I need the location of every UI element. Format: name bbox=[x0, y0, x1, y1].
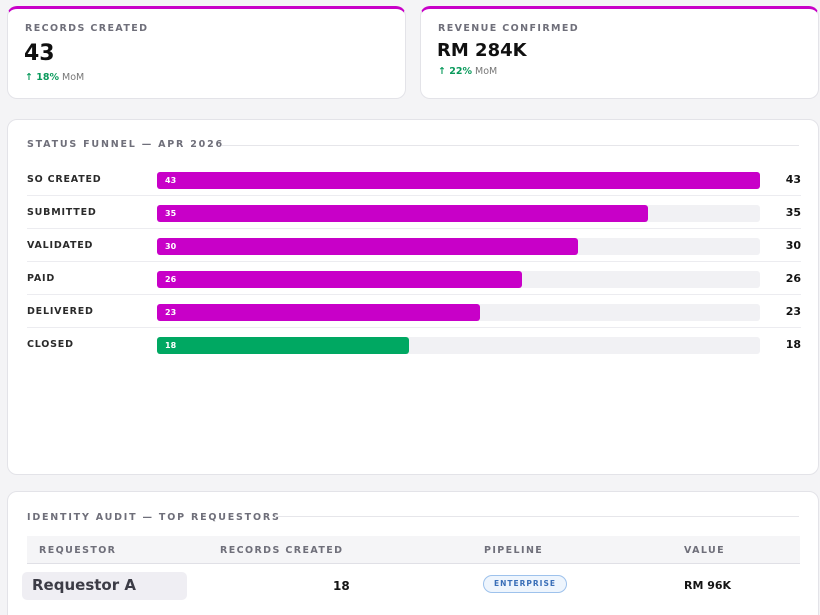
funnel-row: SO CREATED 43 43 bbox=[27, 163, 801, 196]
kpi-delta-period: MoM bbox=[475, 66, 498, 77]
funnel-track: 26 bbox=[157, 271, 760, 288]
kpi-card-revenue-confirmed: REVENUE CONFIRMED RM 284K ↑ 22% MoM bbox=[420, 6, 819, 99]
trend-up-delta: ↑ 22% bbox=[438, 66, 473, 77]
kpi-delta: ↑ 18% MoM bbox=[25, 72, 84, 83]
requestor-name: Requestor A bbox=[32, 576, 136, 594]
funnel-stage-count: 23 bbox=[785, 305, 801, 318]
funnel-bar-label: 18 bbox=[165, 341, 177, 350]
funnel-stage-count: 35 bbox=[785, 206, 801, 219]
funnel-bar: 43 bbox=[157, 172, 760, 189]
funnel-track: 35 bbox=[157, 205, 760, 222]
funnel-bar-label: 35 bbox=[165, 209, 177, 218]
funnel-bar-label: 43 bbox=[165, 176, 177, 185]
funnel-row: CLOSED 18 18 bbox=[27, 328, 801, 361]
funnel-bar: 23 bbox=[157, 304, 480, 321]
table-header: REQUESTOR RECORDS CREATED PIPELINE VALUE bbox=[27, 536, 800, 564]
identity-audit-card: IDENTITY AUDIT — TOP REQUESTORS REQUESTO… bbox=[7, 491, 819, 615]
table-row[interactable]: Requestor A 18 ENTERPRISE RM 96K bbox=[22, 572, 800, 602]
funnel-stage-label: SO CREATED bbox=[27, 174, 102, 185]
funnel-stage-count: 18 bbox=[785, 338, 801, 351]
funnel-stage-count: 26 bbox=[785, 272, 801, 285]
kpi-value: 43 bbox=[24, 41, 55, 66]
status-funnel-card: STATUS FUNNEL — APR 2026 SO CREATED 43 43 S… bbox=[7, 119, 819, 475]
value-cell: RM 96K bbox=[684, 579, 732, 592]
requestor-chip[interactable]: Requestor A bbox=[22, 572, 187, 600]
column-header-value[interactable]: VALUE bbox=[684, 545, 725, 556]
funnel-stage-label: PAID bbox=[27, 273, 56, 284]
funnel-track: 23 bbox=[157, 304, 760, 321]
kpi-card-records-created: RECORDS CREATED 43 ↑ 18% MoM bbox=[7, 6, 406, 99]
kpi-label: RECORDS CREATED bbox=[25, 23, 149, 34]
column-header-records-created[interactable]: RECORDS CREATED bbox=[220, 545, 343, 556]
funnel-bar: 18 bbox=[157, 337, 409, 354]
funnel-track: 30 bbox=[157, 238, 760, 255]
funnel-bar-label: 30 bbox=[165, 242, 177, 251]
funnel-bar: 30 bbox=[157, 238, 578, 255]
funnel-bar: 35 bbox=[157, 205, 648, 222]
funnel-stage-label: SUBMITTED bbox=[27, 207, 97, 218]
funnel-bar-label: 23 bbox=[165, 308, 177, 317]
section-title: STATUS FUNNEL — APR 2026 bbox=[27, 139, 224, 150]
section-title: IDENTITY AUDIT — TOP REQUESTORS bbox=[27, 512, 281, 523]
kpi-delta-period: MoM bbox=[62, 72, 85, 83]
funnel-stage-label: CLOSED bbox=[27, 339, 74, 350]
funnel-stage-label: DELIVERED bbox=[27, 306, 94, 317]
funnel-bar: 26 bbox=[157, 271, 522, 288]
records-created-cell: 18 bbox=[333, 579, 350, 593]
funnel-track: 43 bbox=[157, 172, 760, 189]
funnel-stage-label: VALIDATED bbox=[27, 240, 94, 251]
divider bbox=[275, 516, 799, 517]
funnel-row: PAID 26 26 bbox=[27, 262, 801, 295]
kpi-value: RM 284K bbox=[437, 40, 527, 61]
funnel-track: 18 bbox=[157, 337, 760, 354]
funnel-row: DELIVERED 23 23 bbox=[27, 295, 801, 328]
divider bbox=[222, 145, 799, 146]
column-header-pipeline[interactable]: PIPELINE bbox=[484, 545, 543, 556]
kpi-delta: ↑ 22% MoM bbox=[438, 66, 497, 77]
kpi-label: REVENUE CONFIRMED bbox=[438, 23, 580, 34]
column-header-requestor[interactable]: REQUESTOR bbox=[39, 545, 116, 556]
funnel-row: VALIDATED 30 30 bbox=[27, 229, 801, 262]
funnel-stage-count: 43 bbox=[785, 173, 801, 186]
funnel-row: SUBMITTED 35 35 bbox=[27, 196, 801, 229]
pipeline-badge: ENTERPRISE bbox=[483, 575, 568, 593]
trend-up-delta: ↑ 18% bbox=[25, 72, 60, 83]
funnel-stage-count: 30 bbox=[785, 239, 801, 252]
funnel-bar-label: 26 bbox=[165, 275, 177, 284]
